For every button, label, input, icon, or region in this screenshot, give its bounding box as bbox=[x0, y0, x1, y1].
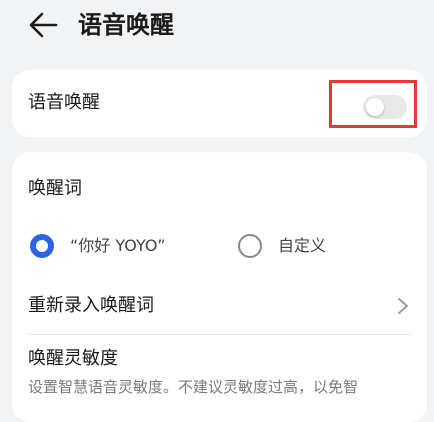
page-title: 语音唤醒 bbox=[78, 11, 174, 39]
arrow-left-icon[interactable] bbox=[26, 10, 60, 40]
divider bbox=[28, 334, 411, 335]
voice-wake-label: 语音唤醒 bbox=[28, 92, 100, 113]
header: 语音唤醒 bbox=[0, 0, 434, 56]
chevron-right-icon[interactable] bbox=[396, 296, 410, 316]
voice-wake-card: 语音唤醒 bbox=[12, 70, 427, 137]
sensitivity-description: 设置智慧语音灵敏度。不建议灵敏度过高，以免智 bbox=[28, 378, 359, 396]
wake-settings-card: 唤醒词 “你好 YOYO” 自定义 重新录入唤醒词 唤醒灵敏度 设置智慧语音灵敏… bbox=[12, 152, 427, 422]
sensitivity-title[interactable]: 唤醒灵敏度 bbox=[28, 346, 118, 372]
voice-wake-toggle[interactable] bbox=[363, 95, 407, 119]
radio-custom-label[interactable]: 自定义 bbox=[278, 234, 326, 258]
toggle-knob bbox=[366, 98, 384, 116]
wake-word-section-title: 唤醒词 bbox=[28, 178, 82, 199]
rerecord-wake-word-item[interactable]: 重新录入唤醒词 bbox=[28, 293, 154, 319]
radio-hello-yoyo[interactable] bbox=[30, 234, 54, 258]
radio-hello-yoyo-label[interactable]: “你好 YOYO” bbox=[70, 234, 166, 258]
toggle-highlight-box bbox=[329, 80, 417, 128]
radio-custom[interactable] bbox=[238, 234, 262, 258]
